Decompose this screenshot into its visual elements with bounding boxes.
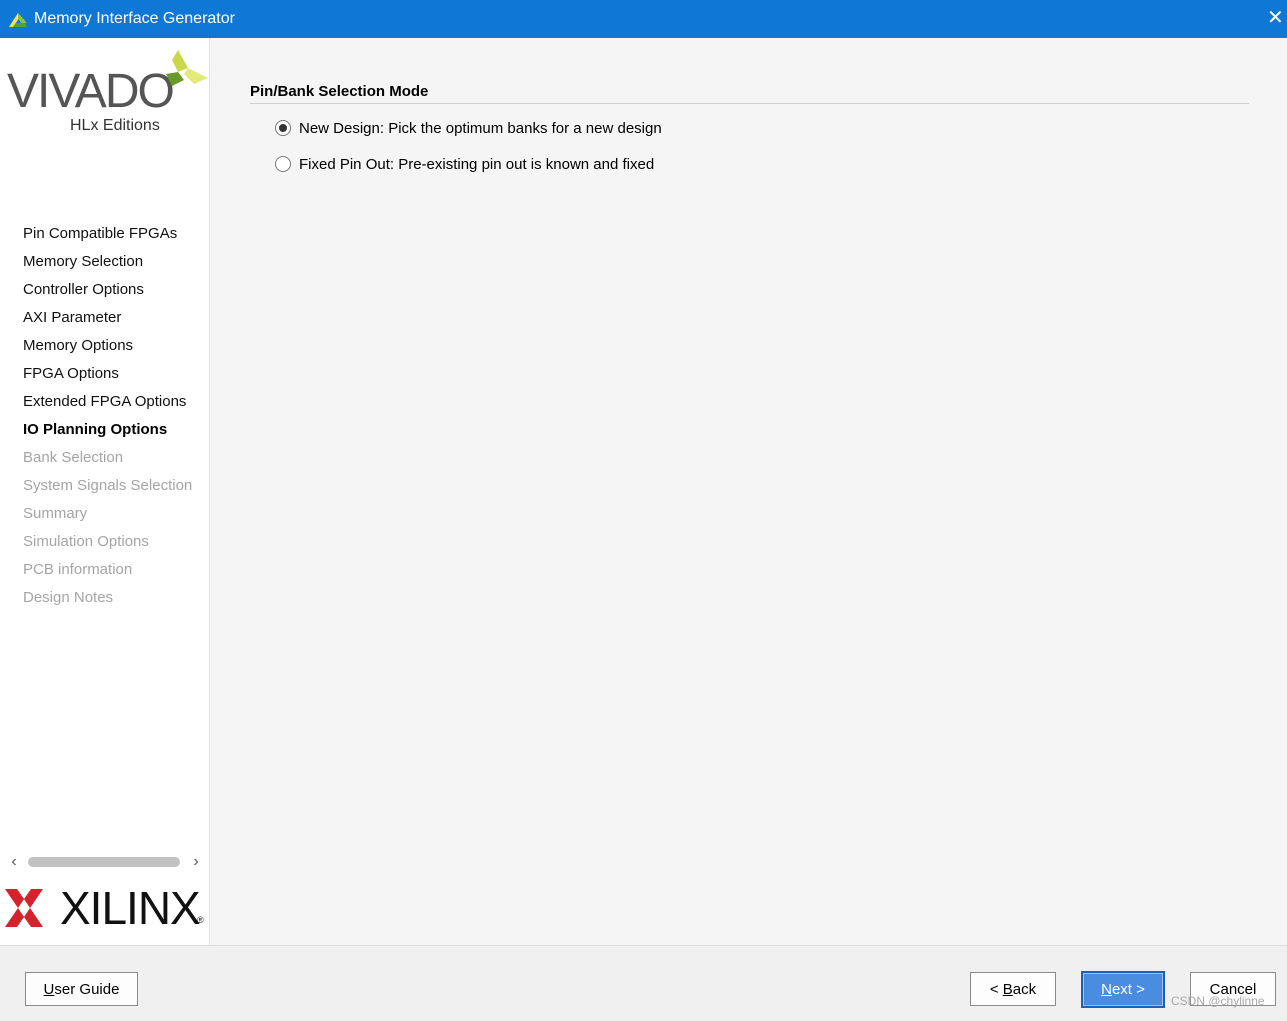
wizard-step[interactable]: IO Planning Options <box>23 419 192 447</box>
back-mnemonic: B <box>1002 980 1013 998</box>
wizard-step[interactable]: FPGA Options <box>23 363 192 391</box>
radio-button-fixed-pin-out[interactable] <box>275 156 291 172</box>
user-guide-mnemonic: U <box>43 980 55 998</box>
vivado-edition-text: HLx Editions <box>70 117 160 134</box>
wizard-step[interactable]: Design Notes <box>23 587 192 615</box>
wizard-step[interactable]: Pin Compatible FPGAs <box>23 223 192 251</box>
scroll-right-icon[interactable]: › <box>188 853 204 871</box>
user-guide-button[interactable]: User Guide <box>25 972 138 1006</box>
wizard-step[interactable]: Extended FPGA Options <box>23 391 192 419</box>
wizard-step[interactable]: PCB information <box>23 559 192 587</box>
wizard-step[interactable]: Simulation Options <box>23 531 192 559</box>
window-title: Memory Interface Generator <box>34 10 235 27</box>
back-prefix: < <box>989 980 1003 998</box>
user-guide-label: ser Guide <box>54 980 120 998</box>
wizard-step[interactable]: Memory Selection <box>23 251 192 279</box>
registered-mark: ® <box>197 915 204 925</box>
wizard-step[interactable]: Memory Options <box>23 335 192 363</box>
xilinx-logo: XILINX ® <box>5 883 209 933</box>
xilinx-logo-text: XILINX <box>60 882 201 934</box>
radio-fixed-pin-out-label[interactable]: Fixed Pin Out: Pre-existing pin out is k… <box>299 156 654 173</box>
radio-new-design-label[interactable]: New Design: Pick the optimum banks for a… <box>299 120 662 137</box>
wizard-steps: Pin Compatible FPGAs Memory Selection Cont… <box>23 223 192 615</box>
vivado-leaf-icon <box>166 50 208 86</box>
section-title: Pin/Bank Selection Mode <box>250 83 429 100</box>
radio-fixed-pin-out[interactable]: Fixed Pin Out: Pre-existing pin out is k… <box>275 153 654 175</box>
wizard-step[interactable]: Bank Selection <box>23 447 192 475</box>
radio-button-new-design[interactable] <box>275 120 291 136</box>
wizard-step[interactable]: Summary <box>23 503 192 531</box>
sidebar-horizontal-scrollbar[interactable]: ‹ › <box>6 853 204 871</box>
radio-new-design[interactable]: New Design: Pick the optimum banks for a… <box>275 117 662 139</box>
vivado-logo-text: VIVADO <box>7 65 175 118</box>
button-bar: User Guide < Back Next > Cancel <box>0 945 1287 1021</box>
scroll-thumb[interactable] <box>28 857 180 867</box>
main-panel: Pin/Bank Selection Mode New Design: Pick… <box>210 38 1287 945</box>
next-mnemonic: N <box>1101 981 1112 998</box>
next-button[interactable]: Next > <box>1081 971 1165 1008</box>
next-label: ext > <box>1111 981 1145 998</box>
wizard-step[interactable]: AXI Parameter <box>23 307 192 335</box>
title-bar: Memory Interface Generator ✕ <box>0 0 1287 38</box>
vivado-logo: VIVADO HLx Editions <box>4 44 209 134</box>
close-icon[interactable]: ✕ <box>1267 8 1285 28</box>
vivado-app-icon <box>9 13 27 27</box>
watermark: CSDN @chylinne <box>1171 994 1265 1008</box>
wizard-step[interactable]: System Signals Selection <box>23 475 192 503</box>
back-label: ack <box>1012 980 1037 998</box>
section-divider <box>250 103 1249 104</box>
wizard-sidebar: VIVADO HLx Editions Pin Compatible FPGAs… <box>0 38 210 945</box>
xilinx-x-icon <box>5 889 43 927</box>
wizard-step[interactable]: Controller Options <box>23 279 192 307</box>
scroll-left-icon[interactable]: ‹ <box>6 853 22 871</box>
back-button[interactable]: < Back <box>970 972 1056 1006</box>
